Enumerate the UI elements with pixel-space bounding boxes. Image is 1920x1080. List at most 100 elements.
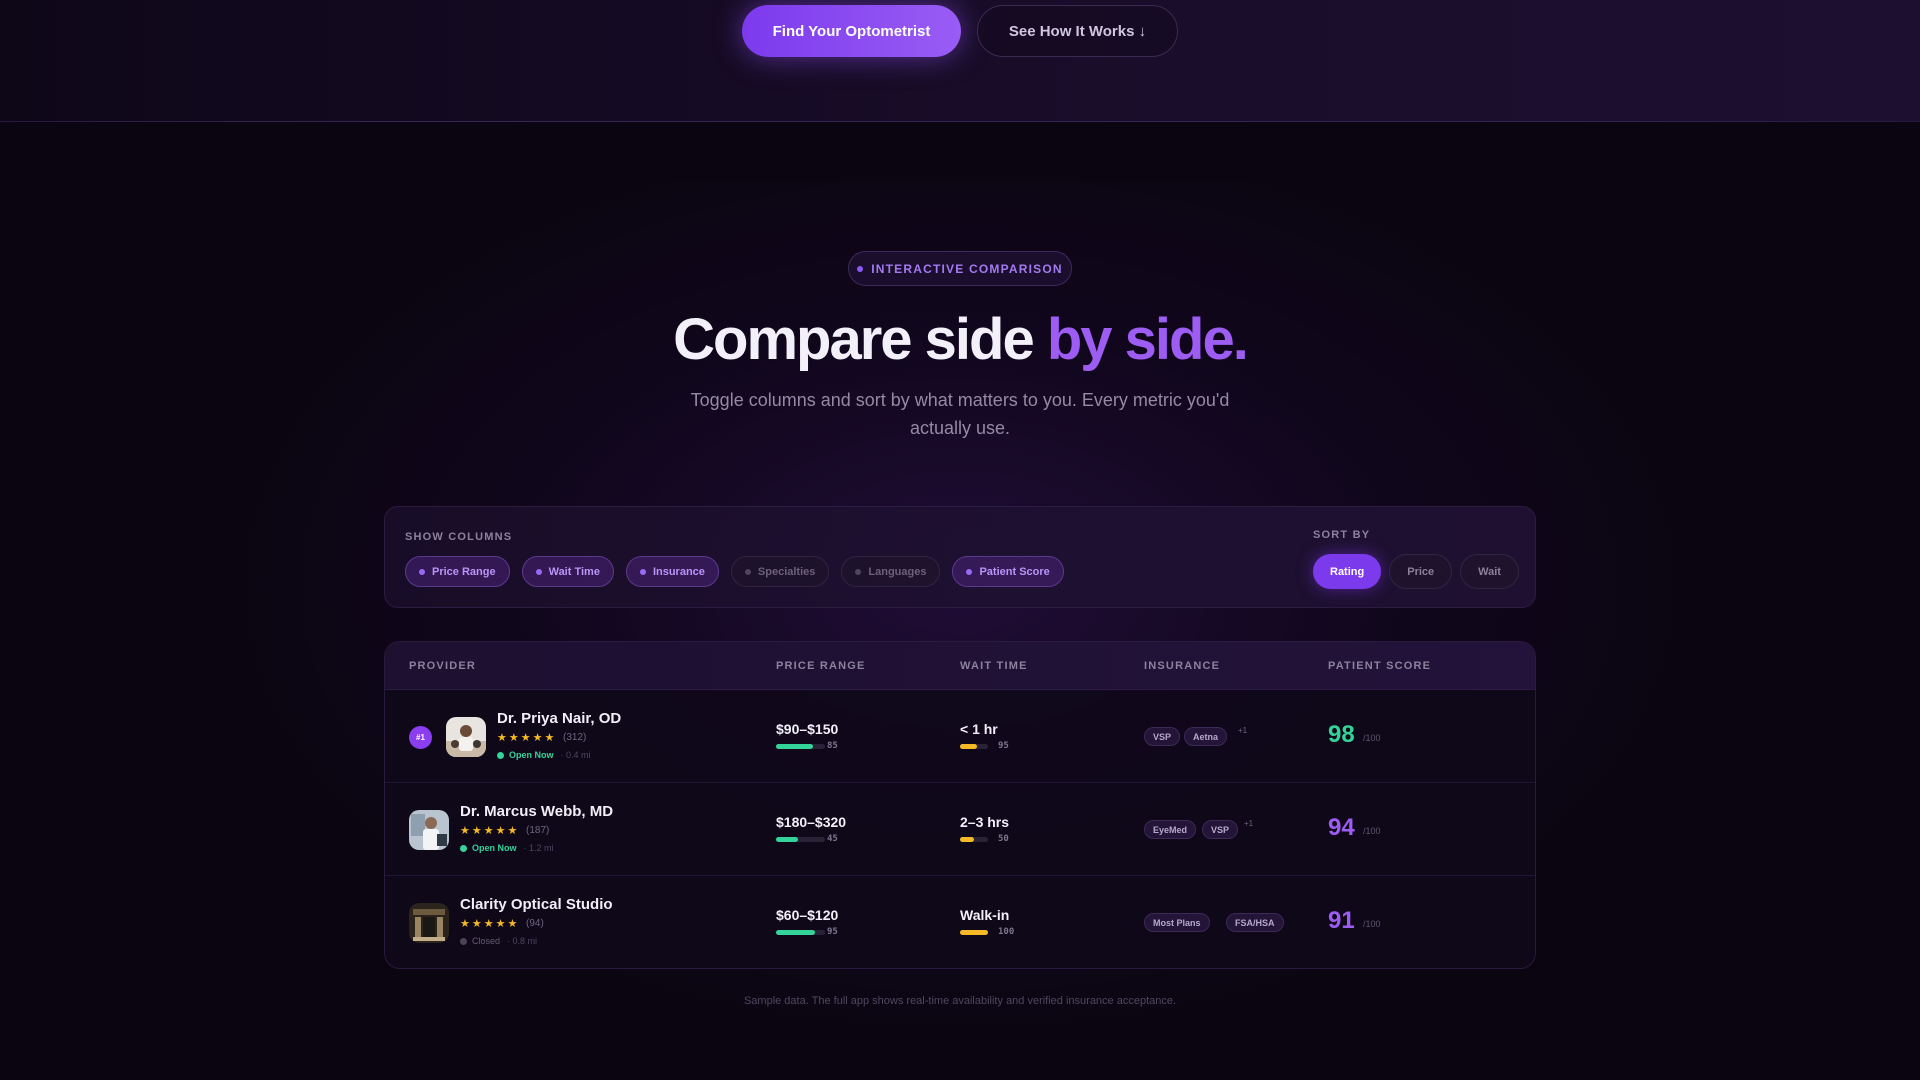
column-toggle-label: Languages	[868, 565, 927, 578]
wait-score-bar	[960, 837, 988, 842]
section-headline: Compare side by side.	[0, 306, 1920, 373]
footnote: Sample data. The full app shows real-tim…	[743, 995, 1177, 1007]
patient-score-max: /100	[1363, 919, 1381, 929]
status-dot-icon	[460, 937, 467, 945]
wait-score-number: 50	[998, 834, 1009, 844]
toggle-dot-icon	[639, 568, 646, 575]
distance: · 0.8 mi	[507, 936, 538, 946]
status-label: Open Now	[472, 843, 517, 853]
price-score-bar	[776, 744, 825, 749]
wait-score-bar	[960, 744, 988, 749]
availability-status: Open Now · 1.2 mi	[460, 843, 554, 853]
provider-name[interactable]: Clarity Optical Studio	[460, 896, 613, 913]
wait-score-fill	[960, 744, 977, 749]
column-toggle-specialties[interactable]: Specialties	[730, 556, 830, 587]
header-patient-score[interactable]: PATIENT SCORE	[1328, 660, 1431, 672]
insurance-badge: VSP	[1202, 820, 1239, 839]
header-wait-time[interactable]: WAIT TIME	[960, 660, 1028, 672]
wait-score-number: 100	[998, 927, 1015, 937]
toggle-dot-icon	[535, 568, 542, 575]
table-header: PROVIDER PRICE RANGE WAIT TIME INSURANCE…	[385, 642, 1535, 690]
section-subhead: Toggle columns and sort by what matters …	[690, 390, 1230, 438]
price-score-fill	[776, 837, 799, 842]
headline-main: Compare side	[673, 307, 1047, 372]
column-toggle-wait-time[interactable]: Wait Time	[521, 556, 614, 587]
find-optometrist-button[interactable]: Find Your Optometrist	[742, 5, 961, 57]
insurance-badge: Aetna	[1184, 727, 1228, 746]
table-row[interactable]: #1 Dr. Priya Nair, OD ★★★★★ (312) Open Now · …	[385, 690, 1535, 783]
wait-time-value: Walk-in	[960, 907, 1010, 923]
provider-avatar	[446, 717, 486, 757]
price-score-fill	[776, 930, 816, 935]
comparison-table: PROVIDER PRICE RANGE WAIT TIME INSURANCE…	[384, 641, 1536, 969]
provider-avatar	[409, 810, 449, 850]
column-toggle-price-range[interactable]: Price Range	[405, 556, 510, 587]
table-row[interactable]: Clarity Optical Studio ★★★★★ (94) Closed · 0…	[385, 876, 1535, 968]
wait-time-value: < 1 hr	[960, 721, 998, 737]
price-range-value: $90–$150	[776, 721, 839, 737]
price-score-bar	[776, 837, 825, 842]
wait-score-bar	[960, 930, 988, 935]
availability-status: Closed · 0.8 mi	[460, 936, 537, 946]
toggle-dot-icon	[419, 568, 425, 575]
price-score-number: 95	[827, 927, 838, 937]
tag-dot-icon	[857, 265, 864, 272]
column-toggle-insurance[interactable]: Insurance	[625, 556, 719, 587]
rank-badge: #1	[409, 726, 432, 749]
sort-price-button[interactable]: Price	[1389, 554, 1453, 589]
header-insurance[interactable]: INSURANCE	[1144, 660, 1220, 672]
insurance-more-count[interactable]: +1	[1244, 819, 1253, 828]
header-price-range[interactable]: PRICE RANGE	[776, 660, 866, 672]
sort-wait-button[interactable]: Wait	[1460, 554, 1519, 589]
price-score-bar	[776, 930, 825, 935]
status-label: Open Now	[509, 750, 554, 760]
insurance-badge: VSP	[1144, 727, 1181, 746]
table-row[interactable]: Dr. Marcus Webb, MD ★★★★★ (187) Open Now · 1…	[385, 783, 1535, 876]
see-how-it-works-button[interactable]: See How It Works ↓	[977, 5, 1178, 57]
insurance-more-count[interactable]: +1	[1238, 726, 1247, 735]
provider-name[interactable]: Dr. Priya Nair, OD	[497, 710, 621, 727]
column-toggle-label: Specialties	[757, 565, 816, 578]
wait-score-number: 95	[998, 741, 1009, 751]
table-body: #1 Dr. Priya Nair, OD ★★★★★ (312) Open Now · …	[385, 690, 1535, 968]
show-columns-label: SHOW COLUMNS	[405, 531, 513, 543]
star-rating: ★★★★★	[460, 825, 520, 837]
sort-group: Rating Price Wait	[1313, 554, 1519, 589]
wait-score-fill	[960, 837, 974, 842]
column-toggle-group: Price Range Wait Time Insurance Specialties…	[405, 556, 1064, 587]
provider-avatar	[409, 903, 449, 943]
patient-score-value: 94	[1328, 814, 1355, 841]
price-range-value: $180–$320	[776, 814, 847, 830]
column-toggle-languages[interactable]: Languages	[841, 556, 941, 587]
wait-score-fill	[960, 930, 988, 935]
distance: · 0.4 mi	[560, 750, 591, 760]
toggle-dot-icon	[744, 568, 751, 575]
price-range-value: $60–$120	[776, 907, 839, 923]
header-provider[interactable]: PROVIDER	[409, 660, 476, 672]
hero-cta-group: Find Your Optometrist See How It Works ↓	[0, 5, 1920, 57]
column-toggle-label: Patient Score	[979, 565, 1050, 578]
status-label: Closed	[472, 936, 501, 946]
review-count: (187)	[526, 825, 550, 836]
insurance-badge: EyeMed	[1144, 820, 1197, 839]
status-dot-icon	[497, 751, 504, 759]
column-toggle-patient-score[interactable]: Patient Score	[952, 556, 1064, 587]
patient-score-max: /100	[1363, 826, 1381, 836]
patient-score-value: 91	[1328, 907, 1355, 934]
star-rating: ★★★★★	[460, 918, 520, 930]
insurance-badge: Most Plans	[1144, 913, 1210, 932]
comparison-controls: SHOW COLUMNS Price Range Wait Time Insuran…	[384, 506, 1536, 608]
distance: · 1.2 mi	[523, 843, 554, 853]
headline-accent: by side.	[1046, 307, 1249, 372]
price-score-number: 85	[827, 741, 838, 751]
section-tag: INTERACTIVE COMPARISON	[848, 251, 1072, 286]
sort-rating-button[interactable]: Rating	[1313, 554, 1382, 589]
sort-by-label: SORT BY	[1313, 529, 1371, 541]
column-toggle-label: Price Range	[432, 565, 496, 578]
section-tag-label: INTERACTIVE COMPARISON	[871, 261, 1063, 276]
review-count: (312)	[563, 732, 587, 743]
star-rating: ★★★★★	[497, 732, 557, 744]
provider-name[interactable]: Dr. Marcus Webb, MD	[460, 803, 613, 820]
price-score-fill	[776, 744, 813, 749]
column-toggle-label: Insurance	[652, 565, 705, 578]
